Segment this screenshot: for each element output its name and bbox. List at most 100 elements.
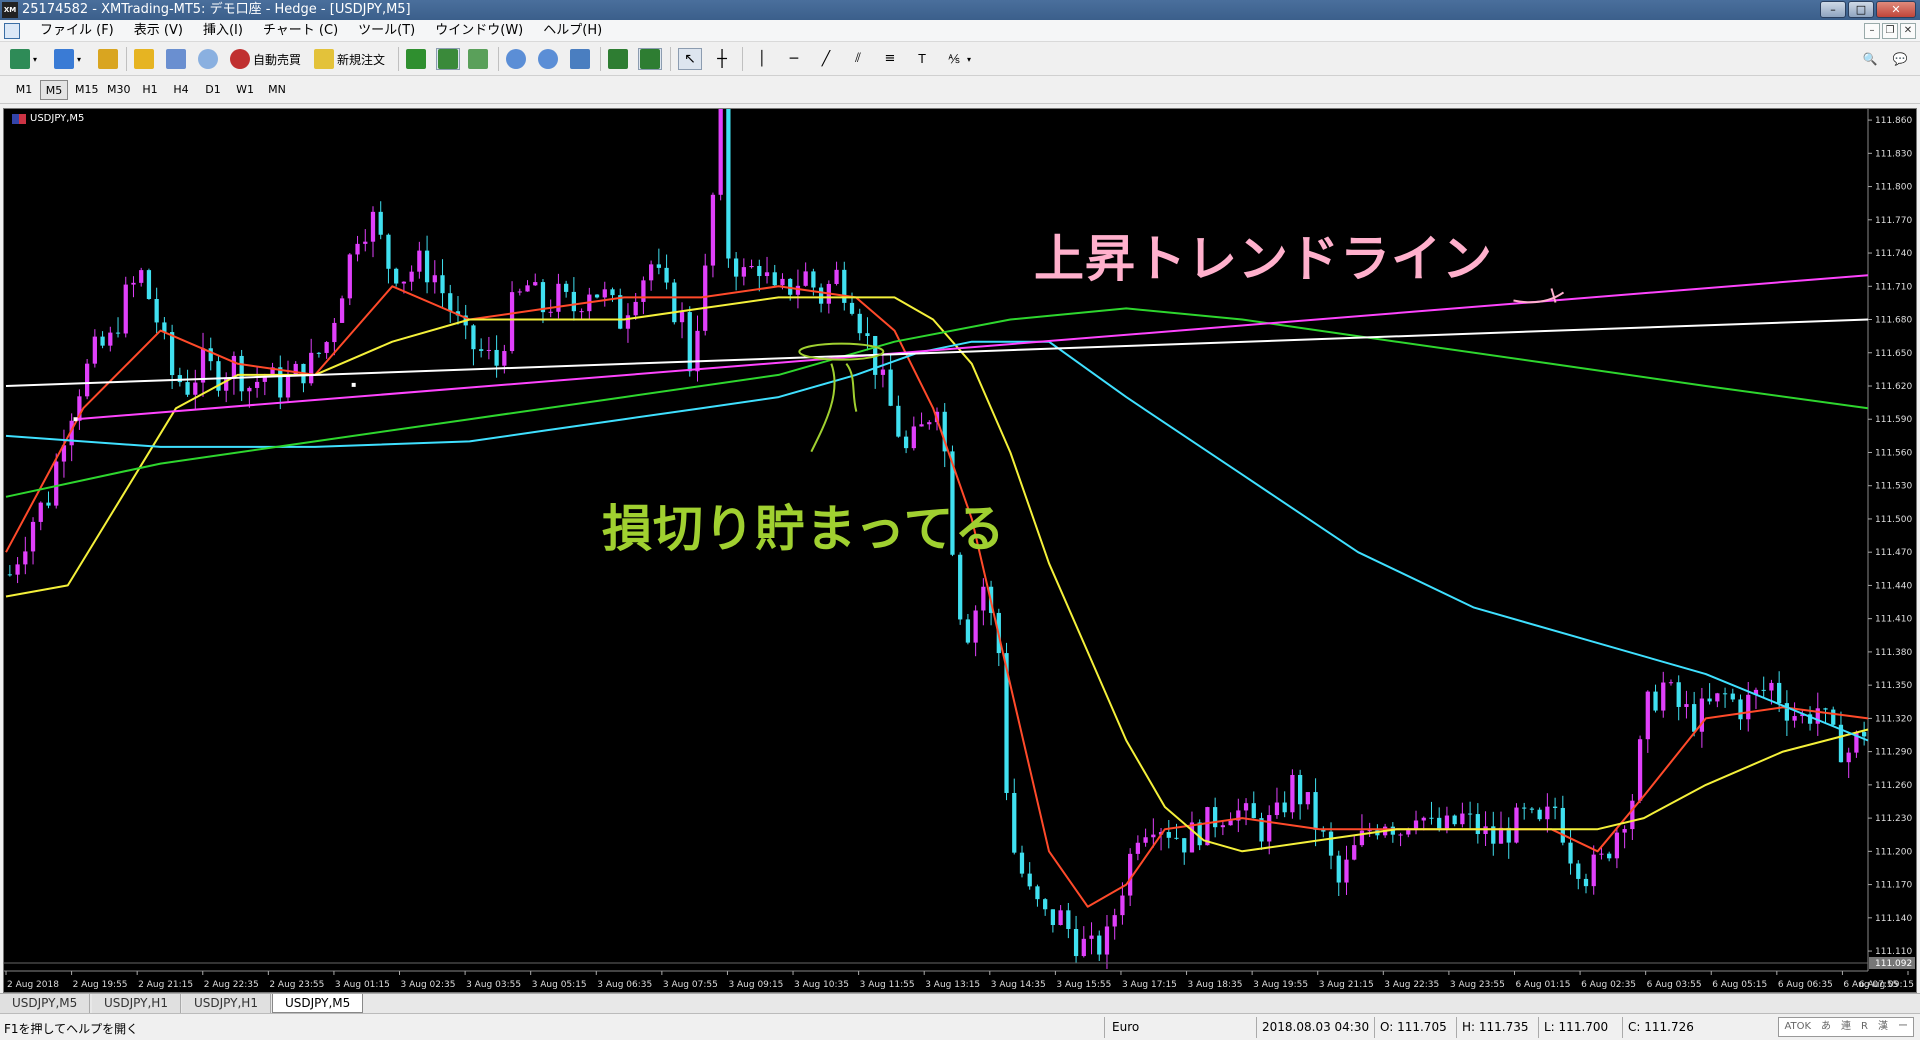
chart-shift-button[interactable]	[638, 48, 662, 70]
price-tick-label: 111.740	[1875, 249, 1912, 259]
candlestick-button[interactable]	[436, 48, 460, 70]
chart-window[interactable]: 111.860 111.830 111.800 111.770 111.740 111.7…	[3, 108, 1917, 993]
document-icon[interactable]	[4, 23, 20, 39]
profiles-button[interactable]: ▾	[54, 48, 81, 70]
zoom-out-button[interactable]	[538, 48, 558, 70]
tile-windows-button[interactable]	[570, 48, 590, 70]
candle-body	[502, 351, 507, 366]
menu-file[interactable]: ファイル (F)	[30, 20, 124, 42]
accounts-button[interactable]	[166, 48, 186, 70]
horizontal-line-button[interactable]: ─	[784, 48, 804, 70]
ime-hiragana[interactable]: あ	[1816, 1018, 1836, 1036]
candle-body	[1282, 802, 1287, 813]
text-icon: T	[918, 52, 926, 66]
menu-chart[interactable]: チャート (C)	[253, 20, 348, 42]
menu-view[interactable]: 表示 (V)	[124, 20, 193, 42]
candle-body	[1135, 842, 1141, 854]
candle-body	[1777, 682, 1782, 704]
timeframe-mn[interactable]: MN	[263, 80, 291, 100]
new-order-button[interactable]: 新規注文	[314, 48, 385, 70]
search-button[interactable]: 🔍	[1860, 48, 1880, 70]
candle-body	[1862, 732, 1867, 737]
candle-body	[84, 363, 90, 397]
candle-body	[1653, 691, 1658, 711]
minimize-button[interactable]: –	[1820, 1, 1846, 18]
ime-atok[interactable]: ATOK	[1779, 1018, 1816, 1036]
time-tick-label: 3 Aug 11:55	[860, 980, 915, 990]
time-tick-label: 3 Aug 06:35	[597, 980, 652, 990]
cursor-arrow-icon: ↖	[680, 49, 700, 69]
mdi-restore-button[interactable]: ❐	[1882, 23, 1898, 39]
menu-insert[interactable]: 挿入(I)	[193, 20, 253, 42]
ime-dash[interactable]: ー	[1893, 1018, 1913, 1036]
shapes-button[interactable]: ⅍ ▾	[944, 48, 971, 70]
equidistant-channel-button[interactable]: ⫽	[848, 48, 868, 70]
timeframe-h4[interactable]: H4	[167, 80, 195, 100]
candle-body	[1429, 817, 1434, 819]
signals-button[interactable]	[198, 48, 218, 70]
horizontal-line-icon: ─	[789, 51, 799, 67]
trendline-button[interactable]: ╱	[816, 48, 836, 70]
auto-scroll-button[interactable]	[608, 48, 628, 70]
timeframe-m1[interactable]: M1	[10, 80, 38, 100]
timeframe-m5[interactable]: M5	[40, 80, 68, 100]
candle-body	[185, 382, 190, 395]
vertical-line-button[interactable]: │	[752, 48, 772, 70]
ime-kanji[interactable]: 漢	[1873, 1018, 1893, 1036]
navigator-icon	[134, 49, 154, 69]
menu-help[interactable]: ヘルプ(H)	[533, 20, 612, 42]
chart-tab[interactable]: USDJPY,M5	[0, 994, 91, 1013]
candle-body	[1073, 928, 1079, 957]
candle-body	[1545, 806, 1550, 820]
crosshair-button[interactable]: ┼	[712, 48, 732, 70]
candle-body	[347, 254, 352, 299]
candle-body	[1614, 832, 1620, 859]
new-chart-button[interactable]: ▾	[10, 48, 37, 70]
timeframe-d1[interactable]: D1	[199, 80, 227, 100]
chat-icon: 💬	[1892, 52, 1908, 66]
mdi-close-button[interactable]: ✕	[1900, 23, 1916, 39]
ime-toolbar[interactable]: ATOK あ 連 R 漢 ー	[1778, 1017, 1914, 1037]
candle-body	[517, 291, 522, 293]
chart-tab[interactable]: USDJPY,H1	[182, 994, 271, 1013]
candle-body	[1313, 792, 1318, 830]
candle-body	[239, 355, 244, 392]
candle-body	[618, 295, 623, 329]
candle-body	[695, 330, 700, 372]
text-button[interactable]: T	[912, 48, 932, 70]
fibonacci-button[interactable]: ≡	[880, 48, 900, 70]
cursor-button[interactable]: ↖	[678, 48, 702, 70]
candle-body	[927, 422, 932, 425]
candle-body	[139, 270, 144, 283]
chat-button[interactable]: 💬	[1890, 48, 1910, 70]
maximize-button[interactable]: □	[1848, 1, 1874, 18]
bar-chart-button[interactable]	[406, 48, 426, 70]
timeframe-h1[interactable]: H1	[136, 80, 164, 100]
navigator-button[interactable]	[134, 48, 154, 70]
stop-loss-pointer-mark	[845, 363, 858, 412]
menu-tools[interactable]: ツール(T)	[348, 20, 425, 42]
mdi-minimize-button[interactable]: –	[1864, 23, 1880, 39]
auto-trading-button[interactable]: 自動売買	[230, 48, 301, 70]
candle-body	[1058, 910, 1063, 926]
zoom-in-button[interactable]	[506, 48, 526, 70]
market-watch-button[interactable]	[98, 48, 118, 70]
close-button[interactable]: ✕	[1876, 1, 1916, 18]
timeframe-w1[interactable]: W1	[231, 80, 259, 100]
line-chart-button[interactable]	[468, 48, 488, 70]
candle-body	[123, 284, 128, 334]
ime-romaji[interactable]: R	[1856, 1018, 1873, 1036]
timeframe-m30[interactable]: M30	[104, 80, 134, 100]
candle-body	[1228, 820, 1233, 826]
chart-tab-active[interactable]: USDJPY,M5	[272, 994, 364, 1013]
trendline-icon: ╱	[821, 51, 831, 67]
candle-body	[54, 461, 59, 506]
ime-convert[interactable]: 連	[1836, 1018, 1856, 1036]
menu-window[interactable]: ウインドウ(W)	[425, 20, 533, 42]
zoom-in-icon	[506, 49, 526, 69]
candle-body	[710, 194, 716, 266]
timeframe-m15[interactable]: M15	[72, 80, 102, 100]
candle-body	[355, 243, 360, 255]
chart-tab[interactable]: USDJPY,H1	[92, 994, 181, 1013]
candle-body	[1622, 829, 1627, 833]
